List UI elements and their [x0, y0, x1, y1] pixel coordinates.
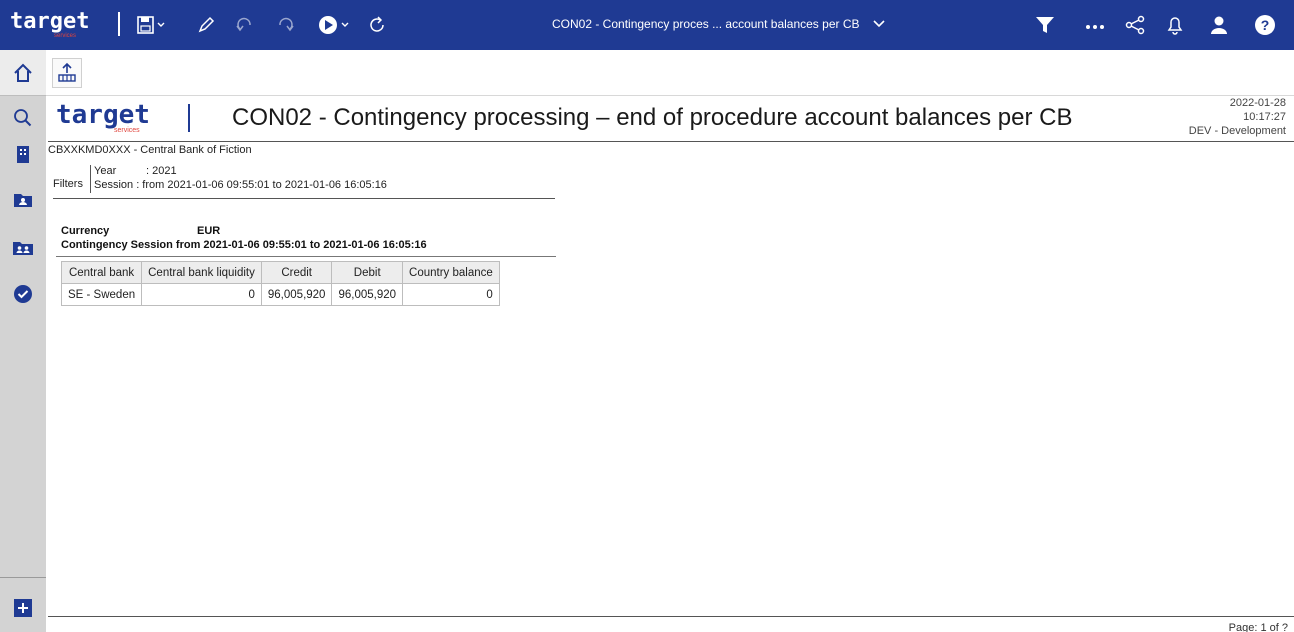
- chevron-down-icon: [873, 17, 885, 31]
- report-logo: target services: [56, 100, 190, 134]
- col-country-balance: Country balance: [402, 261, 500, 284]
- currency-value: EUR: [197, 225, 221, 237]
- filter-icon: [1036, 17, 1054, 33]
- currency-label: Currency: [61, 225, 110, 237]
- cell-central-bank: SE - Sweden: [60, 283, 143, 306]
- edit-button[interactable]: [196, 13, 216, 37]
- left-rail: [0, 50, 46, 632]
- user-button[interactable]: [1208, 13, 1230, 37]
- filter-year: Year : 2021: [94, 165, 177, 177]
- notifications-button[interactable]: [1164, 13, 1186, 37]
- page-indicator: Page: 1 of ?: [1228, 622, 1288, 632]
- search-button[interactable]: [12, 107, 34, 129]
- filter-year-value: : 2021: [146, 165, 177, 177]
- app-logo: target services: [10, 9, 120, 41]
- undo-icon: [236, 17, 251, 32]
- share-icon: [1125, 15, 1145, 35]
- redo-icon: [279, 17, 294, 32]
- home-button[interactable]: [0, 50, 46, 96]
- pencil-icon: [198, 16, 215, 33]
- help-button[interactable]: ?: [1254, 13, 1276, 37]
- balances-table: Central bank Central bank liquidity Cred…: [60, 261, 500, 306]
- bell-icon: [1167, 17, 1183, 35]
- filter-button[interactable]: [1034, 13, 1056, 37]
- logo-text: target: [10, 9, 90, 34]
- home-icon: [14, 63, 32, 82]
- rail-divider: [0, 577, 46, 578]
- footer-divider: [48, 616, 1294, 617]
- col-debit: Debit: [331, 261, 404, 284]
- undo-button[interactable]: [234, 13, 256, 37]
- redo-button[interactable]: [274, 13, 296, 37]
- cell-debit: 96,005,920: [331, 283, 404, 306]
- save-button[interactable]: [136, 13, 166, 37]
- share-button[interactable]: [1124, 13, 1146, 37]
- refresh-icon: [370, 16, 384, 32]
- col-credit: Credit: [260, 261, 333, 284]
- save-icon: [137, 16, 165, 34]
- report-logo-bar: [188, 104, 190, 132]
- folder-button[interactable]: [12, 189, 34, 211]
- more-button[interactable]: [1084, 13, 1106, 37]
- report-meta: 2022-01-28 10:17:27 DEV - Development: [1189, 96, 1286, 138]
- col-central-bank-liquidity: Central bank liquidity: [141, 261, 262, 284]
- shared-folder-icon: [13, 242, 33, 255]
- report-environment: DEV - Development: [1188, 125, 1286, 137]
- help-icon: ?: [1255, 15, 1275, 35]
- report-toolbar: [46, 50, 1294, 96]
- refresh-button[interactable]: [368, 13, 388, 37]
- filters-label: Filters: [53, 178, 83, 190]
- filters-divider: [90, 165, 91, 193]
- cell-country-balance: 0: [402, 283, 500, 306]
- currency-divider: [56, 256, 556, 257]
- contingency-session: Contingency Session from 2021-01-06 09:5…: [61, 239, 427, 251]
- logo-bar: [118, 12, 120, 36]
- folder-user-icon: [14, 194, 32, 207]
- currency-block: Currency EUR Contingency Session from 202…: [61, 224, 427, 252]
- shared-folder-button[interactable]: [12, 237, 34, 259]
- table-row: SE - Sweden 0 96,005,920 96,005,920 0: [60, 283, 500, 306]
- report-date: 2022-01-28: [1229, 97, 1286, 109]
- run-button[interactable]: [318, 13, 354, 37]
- search-icon: [14, 109, 32, 127]
- cell-credit: 96,005,920: [260, 283, 333, 306]
- building-icon: [17, 146, 29, 163]
- cell-central-bank-liquidity: 0: [141, 283, 262, 306]
- logo-subtext: services: [54, 33, 77, 39]
- col-central-bank: Central bank: [60, 261, 143, 284]
- export-button[interactable]: [52, 58, 82, 88]
- check-circle-icon: [14, 285, 32, 303]
- reports-button[interactable]: [12, 143, 34, 165]
- filter-year-label: Year: [94, 165, 117, 177]
- user-icon: [1211, 16, 1227, 34]
- entity-name: CBXXKMD0XXX - Central Bank of Fiction: [48, 144, 252, 156]
- report-logo-subtext: services: [114, 127, 140, 134]
- plus-icon: [14, 599, 32, 617]
- add-button[interactable]: [12, 597, 34, 619]
- more-icon: [1086, 25, 1104, 29]
- header-divider: [48, 141, 1294, 142]
- report-selector[interactable]: CON02 - Contingency proces ... account b…: [552, 17, 885, 31]
- schedule-button[interactable]: [12, 283, 34, 305]
- currency-row: Currency EUR: [61, 224, 427, 238]
- report-time: 10:17:27: [1243, 111, 1286, 123]
- table-header-row: Central bank Central bank liquidity Cred…: [60, 261, 500, 284]
- filters-block: Filters Year : 2021 Session : from 2021-0…: [53, 163, 555, 199]
- play-icon: [319, 16, 349, 34]
- svg-text:?: ?: [1261, 17, 1270, 33]
- report-title: CON02 - Contingency processing – end of …: [232, 104, 1073, 131]
- report-selector-label: CON02 - Contingency proces ... account b…: [552, 17, 860, 31]
- top-bar: target services CON02 - Contingency proc…: [0, 0, 1294, 50]
- export-icon: [58, 62, 76, 82]
- filter-session: Session : from 2021-01-06 09:55:01 to 20…: [94, 179, 387, 191]
- report-logo-text: target: [56, 100, 150, 130]
